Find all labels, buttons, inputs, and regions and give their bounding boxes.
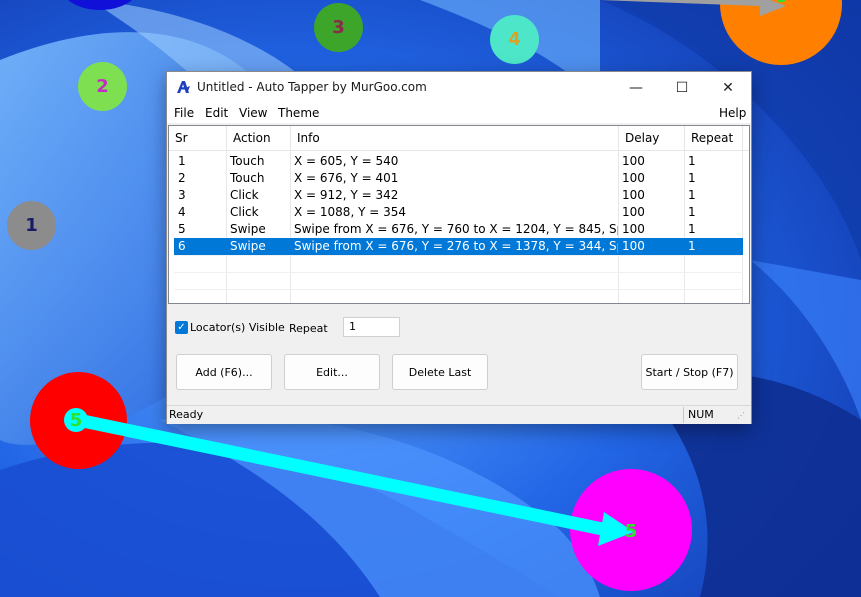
table-cell-action: Swipe	[230, 222, 266, 236]
table-cell-info: Swipe from X = 676, Y = 276 to X = 1378,…	[294, 239, 618, 253]
table-cell-repeat: 1	[688, 154, 696, 168]
table-cell-info: X = 1088, Y = 354	[294, 205, 406, 219]
column-header-info[interactable]: Info	[291, 126, 619, 150]
auto-tapper-window: Untitled - Auto Tapper by MurGoo.com — ☐…	[166, 71, 752, 424]
edit-button[interactable]: Edit...	[284, 354, 380, 390]
table-cell-repeat: 1	[688, 239, 696, 253]
table-cell-sr: 2	[178, 171, 186, 185]
start-stop-button[interactable]: Start / Stop (F7)	[641, 354, 738, 390]
actions-table[interactable]: Sr Action Info Delay Repeat 1 Touch X = 60…	[168, 125, 750, 304]
column-header-delay[interactable]: Delay	[619, 126, 685, 150]
table-cell-sr: 4	[178, 205, 186, 219]
table-cell-sr: 1	[178, 154, 186, 168]
table-cell-sr: 5	[178, 222, 186, 236]
resize-grip-icon[interactable]: ⋰	[737, 411, 745, 420]
maximize-icon: ☐	[675, 79, 689, 96]
close-icon: ✕	[722, 79, 734, 96]
table-cell-action: Click	[230, 205, 259, 219]
table-row[interactable]: 3 Click X = 912, Y = 342 100 1	[174, 187, 743, 204]
app-logo-icon	[177, 81, 190, 93]
empty-row-line	[174, 255, 743, 256]
table-cell-action: Touch	[230, 171, 265, 185]
minimize-button[interactable]: —	[613, 72, 659, 103]
title-bar[interactable]: Untitled - Auto Tapper by MurGoo.com — ☐…	[167, 72, 751, 103]
column-header-action[interactable]: Action	[227, 126, 291, 150]
locator-marker-2[interactable]: 2	[78, 62, 127, 111]
empty-row-line	[174, 289, 743, 290]
menu-bar: File Edit View Theme Help	[167, 103, 751, 123]
num-lock-indicator: NUM	[688, 408, 714, 421]
status-text: Ready	[169, 408, 204, 421]
repeat-label: Repeat	[289, 322, 328, 335]
table-cell-delay: 100	[622, 154, 645, 168]
column-header-sr[interactable]: Sr	[169, 126, 227, 150]
locator-visible-checkbox[interactable]: ✓	[175, 321, 188, 334]
table-cell-delay: 100	[622, 239, 645, 253]
table-row[interactable]: 5 Swipe Swipe from X = 676, Y = 760 to X =…	[174, 221, 743, 238]
column-header-repeat[interactable]: Repeat	[685, 126, 743, 150]
table-cell-delay: 100	[622, 222, 645, 236]
minimize-icon: —	[629, 79, 643, 96]
table-cell-repeat: 1	[688, 222, 696, 236]
table-row[interactable]: 4 Click X = 1088, Y = 354 100 1	[174, 204, 743, 221]
table-cell-action: Touch	[230, 154, 265, 168]
maximize-button[interactable]: ☐	[659, 72, 705, 103]
table-cell-repeat: 1	[688, 171, 696, 185]
menu-edit[interactable]: Edit	[205, 106, 228, 120]
locator-marker-1[interactable]: 1	[7, 201, 56, 250]
menu-theme[interactable]: Theme	[278, 106, 319, 120]
marker-5-start-label: 5	[69, 409, 83, 431]
table-row[interactable]: 1 Touch X = 605, Y = 540 100 1	[174, 153, 743, 170]
table-cell-delay: 100	[622, 205, 645, 219]
table-row[interactable]: 6 Swipe Swipe from X = 676, Y = 276 to X =…	[174, 238, 743, 255]
table-cell-sr: 3	[178, 188, 186, 202]
delete-last-button[interactable]: Delete Last	[392, 354, 488, 390]
table-header: Sr Action Info Delay Repeat	[169, 126, 749, 151]
table-cell-sr: 6	[178, 239, 186, 253]
menu-view[interactable]: View	[239, 106, 267, 120]
add-button[interactable]: Add (F6)...	[176, 354, 272, 390]
marker-5-end-label: 5	[624, 520, 638, 542]
locator-marker-3[interactable]: 3	[314, 3, 363, 52]
table-cell-info: X = 912, Y = 342	[294, 188, 399, 202]
table-cell-info: X = 605, Y = 540	[294, 154, 399, 168]
table-row[interactable]: 2 Touch X = 676, Y = 401 100 1	[174, 170, 743, 187]
close-button[interactable]: ✕	[705, 72, 751, 103]
table-cell-repeat: 1	[688, 205, 696, 219]
table-cell-delay: 100	[622, 188, 645, 202]
table-cell-info: X = 676, Y = 401	[294, 171, 399, 185]
menu-file[interactable]: File	[174, 106, 194, 120]
locator-marker-4[interactable]: 4	[490, 15, 539, 64]
status-divider	[683, 407, 684, 423]
status-bar: Ready NUM ⋰	[167, 405, 751, 424]
table-cell-action: Swipe	[230, 239, 266, 253]
locator-visible-label[interactable]: Locator(s) Visible	[190, 321, 285, 334]
table-cell-info: Swipe from X = 676, Y = 760 to X = 1204,…	[294, 222, 618, 236]
window-title: Untitled - Auto Tapper by MurGoo.com	[197, 80, 427, 94]
menu-help[interactable]: Help	[719, 106, 746, 120]
repeat-input[interactable]: 1	[343, 317, 400, 337]
table-cell-repeat: 1	[688, 188, 696, 202]
table-cell-action: Click	[230, 188, 259, 202]
empty-row-line	[174, 272, 743, 273]
table-cell-delay: 100	[622, 171, 645, 185]
